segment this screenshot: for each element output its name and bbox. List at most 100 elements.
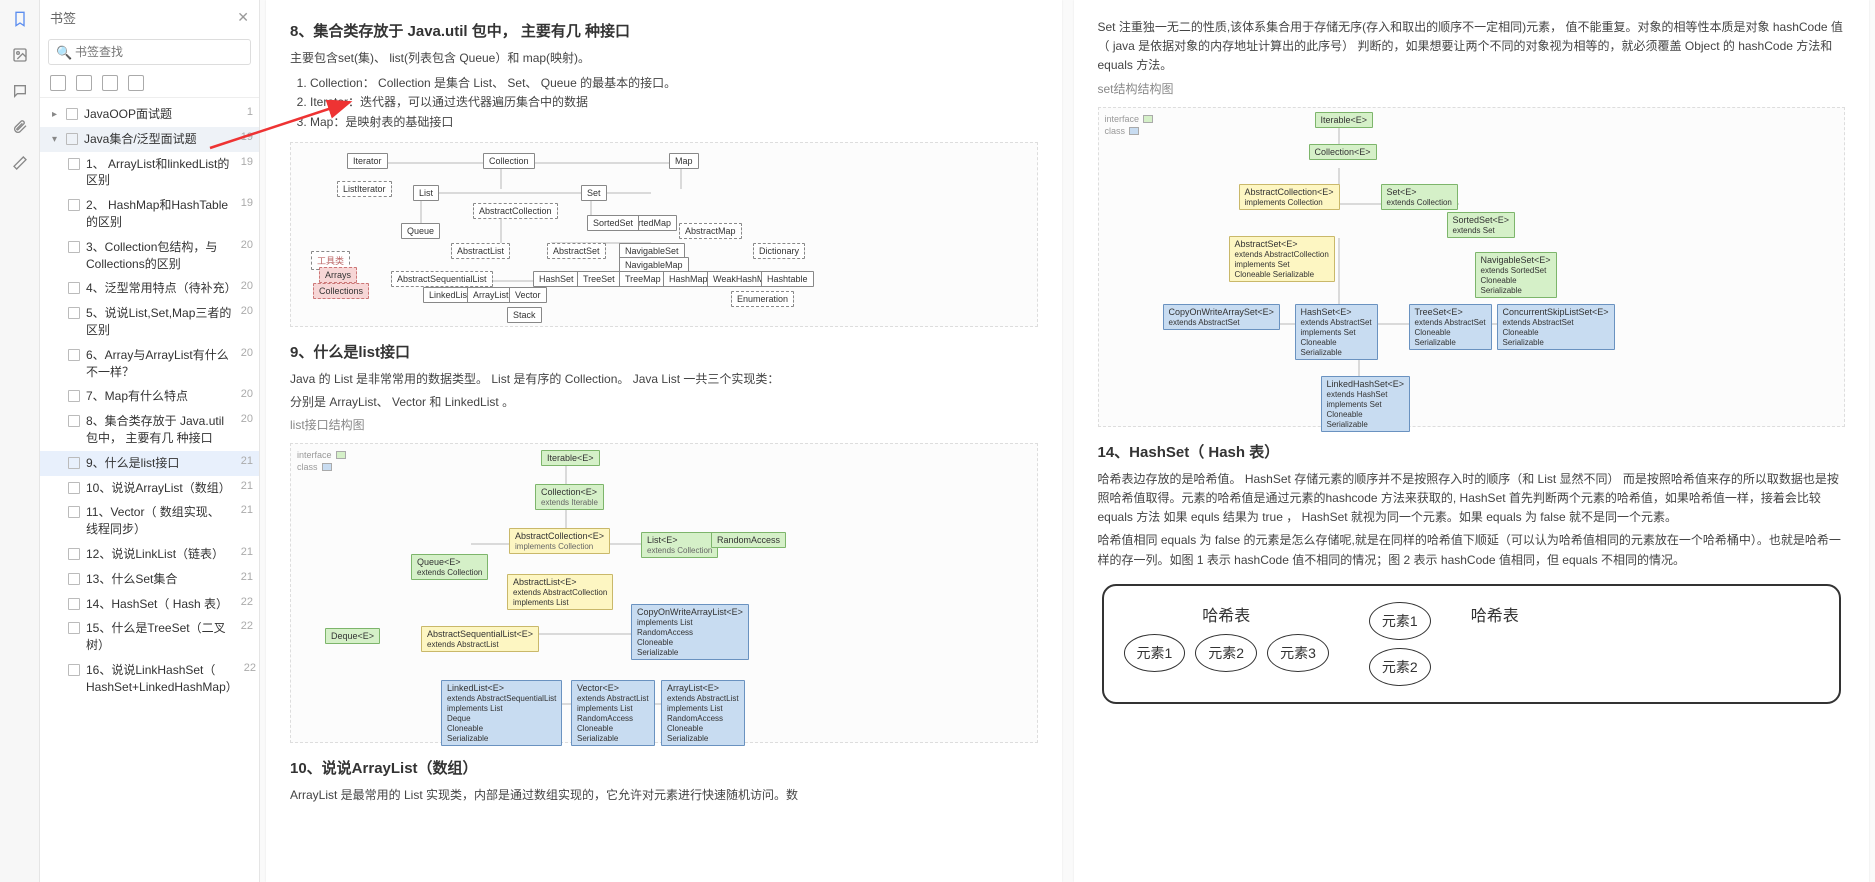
bookmark-item-icon <box>68 158 80 170</box>
diagram-node: Vector <box>509 287 547 303</box>
bookmark-item[interactable]: 6、Array与ArrayList有什么不一样？20 <box>40 343 259 385</box>
bookmark-label: 15、什么是TreeSet（二叉树） <box>86 620 235 654</box>
diagram-node: Stack <box>507 307 542 323</box>
search-icon: 🔍 <box>56 45 72 61</box>
section-14-p2: 哈希值相同 equals 为 false 的元素是怎么存储呢,就是在同样的哈希值… <box>1098 531 1846 569</box>
hash-label: 哈希表 <box>1471 602 1519 626</box>
diagram-node: ConcurrentSkipListSet<E>extends Abstract… <box>1497 304 1615 350</box>
tool-expand-icon[interactable] <box>50 75 66 91</box>
bookmark-item[interactable]: 16、说说LinkHashSet（ HashSet+LinkedHashMap）… <box>40 658 259 700</box>
bookmark-label: 5、说说List,Set,Map三者的区别 <box>86 305 235 339</box>
diagram-caption: set结构结构图 <box>1098 80 1846 99</box>
bookmark-label: 10、说说ArrayList（数组） <box>86 480 235 497</box>
bookmark-label: JavaOOP面试题 <box>84 106 241 123</box>
diagram-node: Collection<E>extends Iterable <box>535 484 604 510</box>
tool-collapse-icon[interactable] <box>76 75 92 91</box>
diagram-node: Collection <box>483 153 535 169</box>
chevron-icon: ▸ <box>52 109 64 120</box>
bookmark-icon[interactable] <box>11 10 29 28</box>
hash-element: 元素1 <box>1124 634 1186 672</box>
section-8-list: Collection： Collection 是集合 List、 Set、 Qu… <box>310 74 1038 132</box>
bookmark-item[interactable]: 1、 ArrayList和linkedList的区别 19 <box>40 152 259 194</box>
bookmark-label: 14、HashSet（ Hash 表） <box>86 596 235 613</box>
section-8-title: 8、集合类存放于 Java.util 包中， 主要有几 种接口 <box>290 20 1038 41</box>
bookmark-item[interactable]: 3、Collection包结构，与Collections的区别20 <box>40 235 259 277</box>
bookmark-page: 21 <box>241 455 253 467</box>
bookmark-item[interactable]: 15、什么是TreeSet（二叉树） 22 <box>40 616 259 658</box>
bookmark-item-icon <box>68 241 80 253</box>
bookmark-item-icon <box>68 573 80 585</box>
edit-icon[interactable] <box>11 154 29 172</box>
bookmark-item[interactable]: 8、集合类存放于 Java.util 包中， 主要有几 种接口20 <box>40 409 259 451</box>
section-9-title: 9、什么是list接口 <box>290 341 1038 362</box>
bookmark-item[interactable]: 4、泛型常用特点（待补充）20 <box>40 276 259 301</box>
bookmark-item[interactable]: 9、什么是list接口21 <box>40 451 259 476</box>
bookmark-item[interactable]: 2、 HashMap和HashTable的区别19 <box>40 193 259 235</box>
app-iconbar <box>0 0 40 882</box>
page-right: Set 注重独一无二的性质,该体系集合用于存储无序(存入和取出的顺序不一定相同)… <box>1074 0 1870 882</box>
bookmark-page: 20 <box>241 413 253 425</box>
tool-add-icon[interactable] <box>102 75 118 91</box>
diagram-legend: interface class <box>297 450 346 474</box>
hash-element: 元素3 <box>1267 634 1329 672</box>
diagram-node: SortedSet <box>587 215 639 231</box>
bookmark-label: 1、 ArrayList和linkedList的区别 <box>86 156 235 190</box>
bookmark-search-input[interactable] <box>48 39 251 65</box>
page-left: 8、集合类存放于 Java.util 包中， 主要有几 种接口 主要包含set(… <box>266 0 1062 882</box>
bookmark-item-icon <box>68 415 80 427</box>
bookmark-page: 19 <box>241 156 253 168</box>
bookmark-page: 21 <box>241 571 253 583</box>
bookmark-item[interactable]: 10、说说ArrayList（数组）21 <box>40 476 259 501</box>
bookmark-item[interactable]: 12、说说LinkList（链表）21 <box>40 542 259 567</box>
comment-icon[interactable] <box>11 82 29 100</box>
bookmark-item-icon <box>68 390 80 402</box>
bookmark-page: 19 <box>241 131 253 143</box>
bookmark-item[interactable]: 13、什么Set集合 21 <box>40 567 259 592</box>
diagram-node: Arrays <box>319 267 357 283</box>
bookmark-label: 7、Map有什么特点 <box>86 388 235 405</box>
bookmark-section[interactable]: ▾Java集合/泛型面试题19 <box>40 127 259 152</box>
diagram-node: List <box>413 185 439 201</box>
panel-title: 书签 <box>50 8 76 27</box>
bookmark-page: 22 <box>241 620 253 632</box>
bookmark-item-icon <box>68 282 80 294</box>
bookmark-section[interactable]: ▸JavaOOP面试题1 <box>40 102 259 127</box>
diagram-node: Dictionary <box>753 243 805 259</box>
bookmark-label: 11、Vector（ 数组实现、 线程同步） <box>86 504 235 538</box>
close-icon[interactable]: ✕ <box>237 9 249 26</box>
bookmark-label: 4、泛型常用特点（待补充） <box>86 280 235 297</box>
list-item: Iterator：迭代器，可以通过迭代器遍历集合中的数据 <box>310 93 1038 112</box>
section-14-p1: 哈希表边存放的是哈希值。 HashSet 存储元素的顺序并不是按照存入时的顺序（… <box>1098 470 1846 528</box>
diagram-node: AbstractCollection<E>implements Collecti… <box>509 528 610 554</box>
bookmark-item-icon <box>66 108 78 120</box>
bookmark-label: 12、说说LinkList（链表） <box>86 546 235 563</box>
bookmark-item[interactable]: 7、Map有什么特点20 <box>40 384 259 409</box>
attachment-icon[interactable] <box>11 118 29 136</box>
diagram-node: SortedSet<E>extends Set <box>1447 212 1516 238</box>
diagram-node: LinkedHashSet<E>extends HashSetimplement… <box>1321 376 1411 432</box>
image-icon[interactable] <box>11 46 29 64</box>
list-hierarchy-diagram: interface class Iterable<E> Collection<E… <box>290 443 1038 743</box>
diagram-node: Set<E>extends Collection <box>1381 184 1458 210</box>
section-8-intro: 主要包含set(集)、 list(列表包含 Queue）和 map(映射)。 <box>290 49 1038 68</box>
diagram-node: HashSet <box>533 271 580 287</box>
bookmark-item[interactable]: 14、HashSet（ Hash 表） 22 <box>40 592 259 617</box>
bookmark-item[interactable]: 11、Vector（ 数组实现、 线程同步）21 <box>40 500 259 542</box>
hash-element: 元素2 <box>1195 634 1257 672</box>
bookmark-item-icon <box>68 349 80 361</box>
diagram-node: Map <box>669 153 699 169</box>
bookmark-page: 22 <box>241 596 253 608</box>
set-hierarchy-diagram: interface class Iterable<E> Collection<E… <box>1098 107 1846 427</box>
diagram-legend: interface class <box>1105 114 1154 138</box>
bookmark-label: 13、什么Set集合 <box>86 571 235 588</box>
bookmark-item-icon <box>68 506 80 518</box>
tool-bookmark-icon[interactable] <box>128 75 144 91</box>
diagram-node: Deque<E> <box>325 628 380 644</box>
bookmark-item[interactable]: 5、说说List,Set,Map三者的区别20 <box>40 301 259 343</box>
diagram-node: Iterator <box>347 153 388 169</box>
diagram-node: TreeSet <box>577 271 621 287</box>
bookmark-page: 22 <box>244 662 256 674</box>
diagram-node: HashSet<E>extends AbstractSetimplements … <box>1295 304 1378 360</box>
chevron-icon: ▾ <box>52 134 64 145</box>
diagram-node: AbstractList <box>451 243 510 259</box>
